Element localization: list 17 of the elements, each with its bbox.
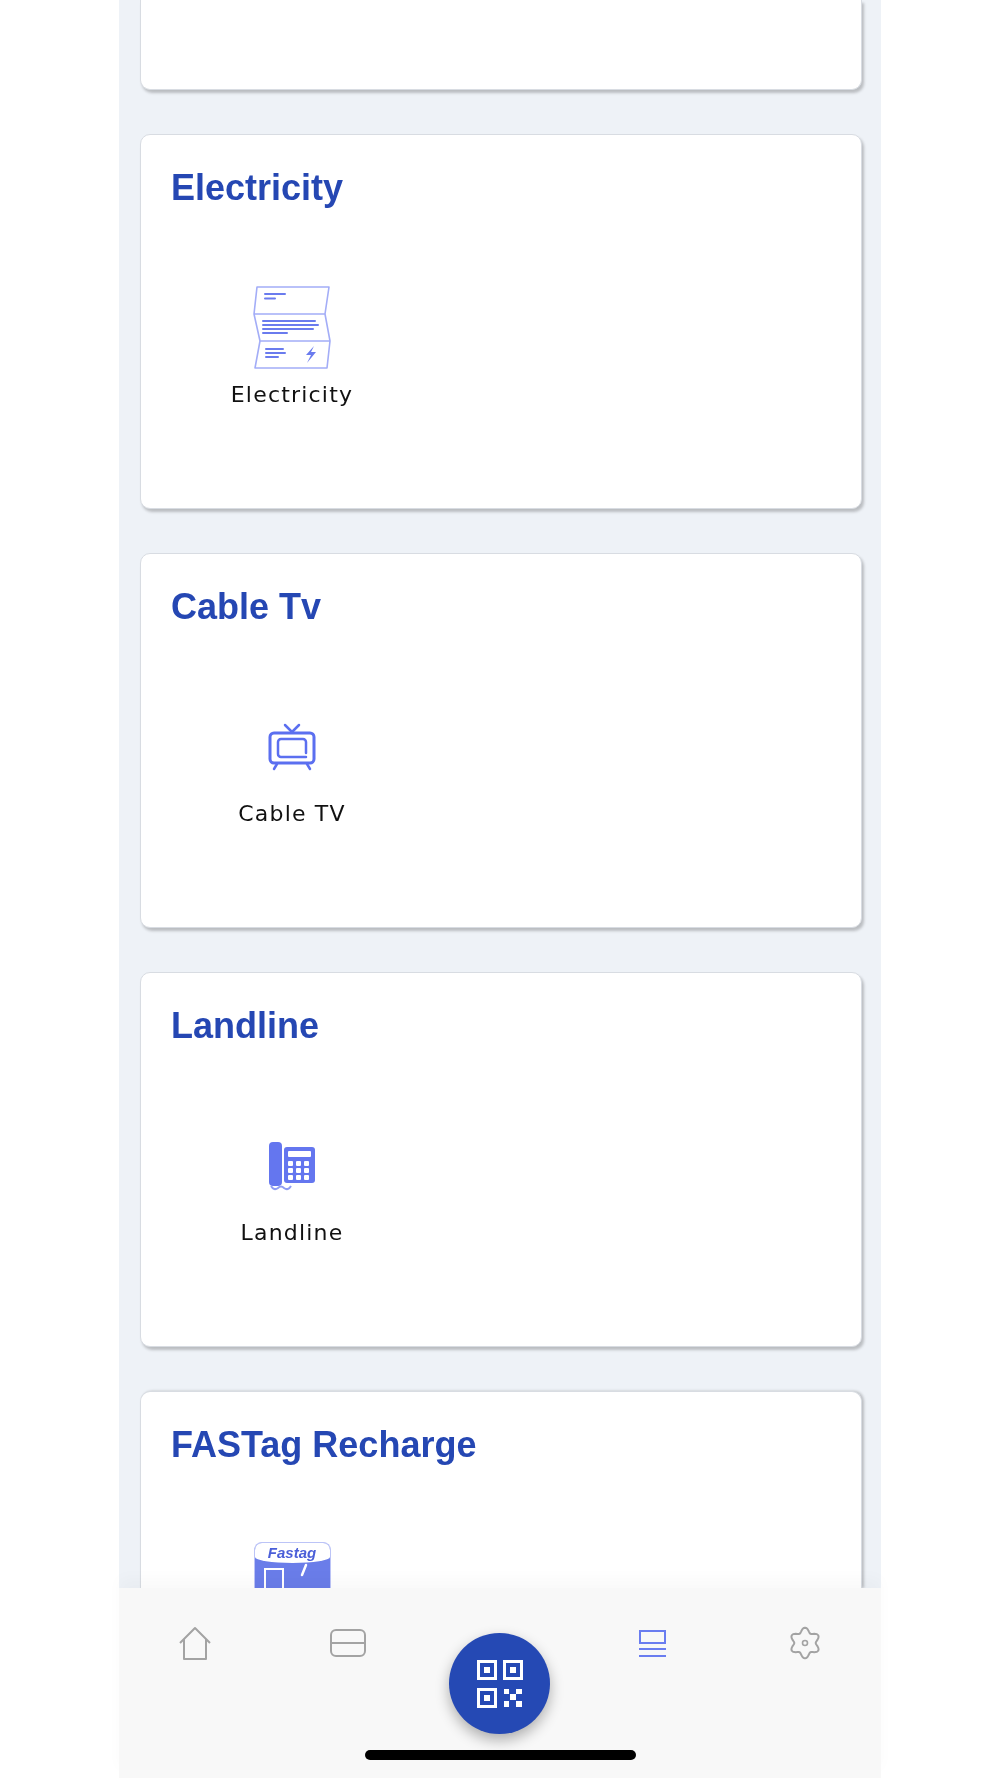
- biller-option[interactable]: Landline: [240, 1123, 344, 1247]
- tv-icon: [268, 723, 316, 771]
- card-icon[interactable]: [329, 1629, 366, 1657]
- category-title: Cable Tv: [171, 586, 322, 628]
- qr-code-icon: [477, 1659, 523, 1708]
- list-icon[interactable]: [638, 1629, 666, 1657]
- biller-option[interactable]: Cable TV: [238, 704, 346, 828]
- logo-text: Fastag: [254, 1543, 330, 1563]
- category-title: FASTag Recharge: [171, 1424, 477, 1466]
- scan-button[interactable]: [449, 1633, 551, 1734]
- category-title: Electricity: [171, 167, 344, 209]
- bill-icon: [253, 286, 331, 370]
- telephone-icon: [268, 1140, 316, 1192]
- biller-option[interactable]: Electricity: [230, 285, 354, 409]
- settings-icon[interactable]: [788, 1626, 821, 1660]
- category-title: Landline: [171, 1005, 319, 1047]
- biller-option[interactable]: Fastag: [253, 1542, 331, 1588]
